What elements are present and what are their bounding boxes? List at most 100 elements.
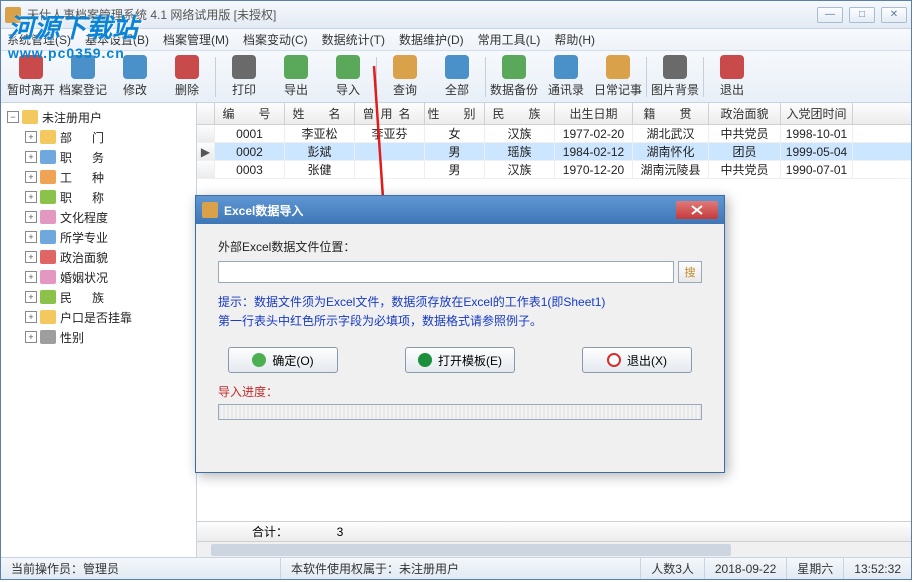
tool-icon [554,55,578,79]
collapse-icon[interactable]: − [7,111,19,123]
dialog-titlebar[interactable]: Excel数据导入 [196,196,724,224]
category-icon [40,230,56,244]
expand-icon[interactable]: + [25,211,37,223]
menu-item-5[interactable]: 数据维护(D) [399,31,464,48]
toolbtn-修改[interactable]: 修改 [109,53,161,101]
expand-icon[interactable]: + [25,271,37,283]
close-button[interactable]: ✕ [881,7,907,23]
col-id[interactable]: 编 号 [215,103,285,124]
tree-item[interactable]: + 职 务 [3,147,194,167]
table-row[interactable]: ▶0002彭斌男瑶族1984-02-12湖南怀化团员1999-05-04 [197,143,911,161]
col-jd[interactable]: 入党团时间 [781,103,853,124]
cell-name: 彭斌 [285,143,355,160]
toolbar-sep [646,57,647,97]
status-operator: 当前操作员：管理员 [1,558,281,579]
maximize-button[interactable]: □ [849,7,875,23]
col-eth[interactable]: 民 族 [485,103,555,124]
col-jg[interactable]: 籍 贯 [633,103,709,124]
cell-name: 张健 [285,161,355,178]
toolbtn-打印[interactable]: 打印 [218,53,270,101]
category-icon [40,250,56,264]
toolbtn-暂时离开[interactable]: 暂时离开 [5,53,57,101]
toolbtn-全部[interactable]: 全部 [431,53,483,101]
tool-icon [336,55,360,79]
tree-item[interactable]: +所学专业 [3,227,194,247]
progress-label: 导入进度： [218,383,702,400]
tree-item[interactable]: +政治面貌 [3,247,194,267]
menu-item-7[interactable]: 帮助(H) [554,31,595,48]
tool-icon [720,55,744,79]
table-row[interactable]: 0003张健男汉族1970-12-20湖南沅陵县中共党员1990-07-01 [197,161,911,179]
expand-icon[interactable]: + [25,291,37,303]
cell-eth: 瑶族 [485,143,555,160]
expand-icon[interactable]: + [25,131,37,143]
tree-item[interactable]: +性别 [3,327,194,347]
tree-label: 文化程度 [60,209,108,226]
cell-eth: 汉族 [485,161,555,178]
menu-item-4[interactable]: 数据统计(T) [322,31,385,48]
tree-item[interactable]: +民 族 [3,287,194,307]
row-indicator [197,161,215,178]
tree-item[interactable]: + 职 称 [3,187,194,207]
category-icon [40,330,56,344]
toolbtn-数据备份[interactable]: 数据备份 [488,53,540,101]
window-title: 天仕人事档案管理系统 4.1 网络试用版 [未授权] [27,6,817,23]
col-bd[interactable]: 出生日期 [555,103,633,124]
statusbar: 当前操作员：管理员 本软件使用权属于：未注册用户 人数3人 2018-09-22… [1,557,911,579]
cell-jg: 湖北武汉 [633,125,709,142]
col-sex[interactable]: 性 别 [425,103,485,124]
toolbtn-导入[interactable]: 导入 [322,53,374,101]
col-name[interactable]: 姓 名 [285,103,355,124]
path-input[interactable] [218,261,674,283]
toolbar-sep [215,57,216,97]
menu-item-6[interactable]: 常用工具(L) [478,31,541,48]
toolbtn-导出[interactable]: 导出 [270,53,322,101]
tree-root[interactable]: −未注册用户 [3,107,194,127]
menu-item-3[interactable]: 档案变动(C) [243,31,308,48]
open-template-button[interactable]: 打开模板(E) [405,347,515,373]
expand-icon[interactable]: + [25,231,37,243]
tool-icon [284,55,308,79]
toolbtn-通讯录[interactable]: 通讯录 [540,53,592,101]
tree-item[interactable]: +婚姻状况 [3,267,194,287]
category-tree[interactable]: −未注册用户+部 门+职 务+工 种+职 称+文化程度+所学专业+政治面貌+婚姻… [1,103,197,557]
expand-icon[interactable]: + [25,151,37,163]
tool-label: 导出 [284,81,308,98]
tree-label: 职 称 [60,189,108,206]
tree-item[interactable]: +部 门 [3,127,194,147]
tool-icon [19,55,43,79]
menu-item-2[interactable]: 档案管理(M) [163,31,229,48]
toolbtn-删除[interactable]: 删除 [161,53,213,101]
titlebar: 天仕人事档案管理系统 4.1 网络试用版 [未授权] — □ ✕ [1,1,911,29]
app-icon [5,7,21,23]
tool-label: 档案登记 [59,81,107,98]
tree-label: 职 务 [60,149,108,166]
col-uname[interactable]: 曾用名 [355,103,425,124]
tool-icon [123,55,147,79]
expand-icon[interactable]: + [25,251,37,263]
browse-button[interactable]: 搜 [678,261,702,283]
menu-item-1[interactable]: 基本设置(B) [85,31,149,48]
expand-icon[interactable]: + [25,191,37,203]
toolbtn-日常记事[interactable]: 日常记事 [592,53,644,101]
tool-label: 全部 [445,81,469,98]
toolbtn-档案登记[interactable]: 档案登记 [57,53,109,101]
cell-uname: 李亚芬 [355,125,425,142]
toolbtn-退出[interactable]: 退出 [706,53,758,101]
tree-item[interactable]: +户口是否挂靠 [3,307,194,327]
ok-button[interactable]: 确定(O) [228,347,338,373]
expand-icon[interactable]: + [25,331,37,343]
table-row[interactable]: 0001李亚松李亚芬女汉族1977-02-20湖北武汉中共党员1998-10-0… [197,125,911,143]
toolbtn-图片背景[interactable]: 图片背景 [649,53,701,101]
menu-item-0[interactable]: 系统管理(S) [7,31,71,48]
col-pol[interactable]: 政治面貌 [709,103,781,124]
h-scrollbar[interactable] [197,541,911,557]
minimize-button[interactable]: — [817,7,843,23]
tree-item[interactable]: + 文化程度 [3,207,194,227]
expand-icon[interactable]: + [25,171,37,183]
dialog-close-button[interactable] [676,201,718,219]
expand-icon[interactable]: + [25,311,37,323]
exit-button[interactable]: 退出(X) [582,347,692,373]
tree-item[interactable]: +工 种 [3,167,194,187]
toolbtn-查询[interactable]: 查询 [379,53,431,101]
